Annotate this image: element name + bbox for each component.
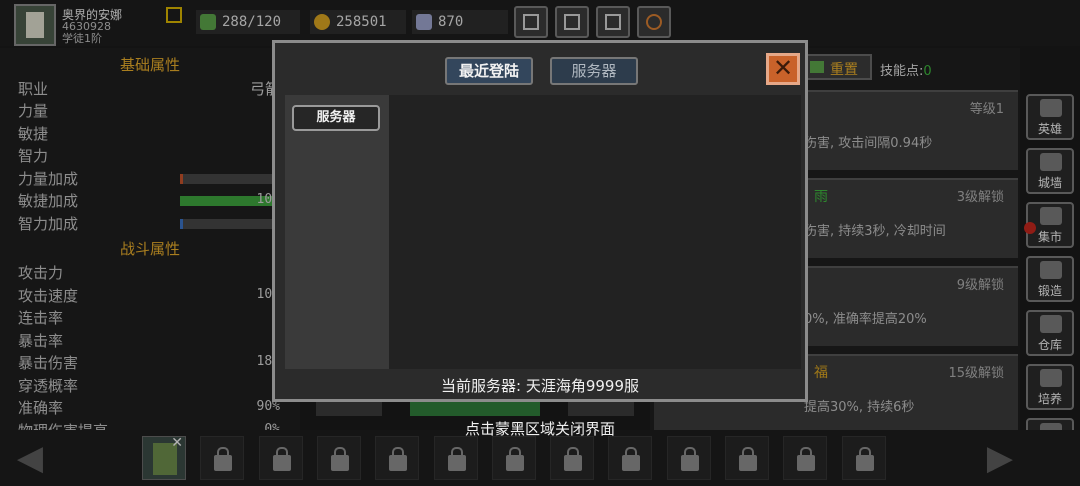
- current-server: 当前服务器: 天涯海角9999服: [441, 377, 639, 395]
- close-button[interactable]: ✕: [766, 53, 800, 85]
- close-icon: ✕: [772, 54, 794, 82]
- server-list: [389, 95, 801, 369]
- server-group-list: 服务器: [285, 95, 389, 369]
- tab-server[interactable]: 服务器: [550, 57, 638, 85]
- tab-recent-login[interactable]: 最近登陆: [445, 57, 533, 85]
- server-select-dialog: 最近登陆 服务器 ✕ 服务器 当前服务器: 天涯海角9999服: [272, 40, 808, 402]
- close-hint: 点击蒙黑区域关闭界面: [464, 420, 615, 438]
- server-group-button[interactable]: 服务器: [292, 105, 380, 131]
